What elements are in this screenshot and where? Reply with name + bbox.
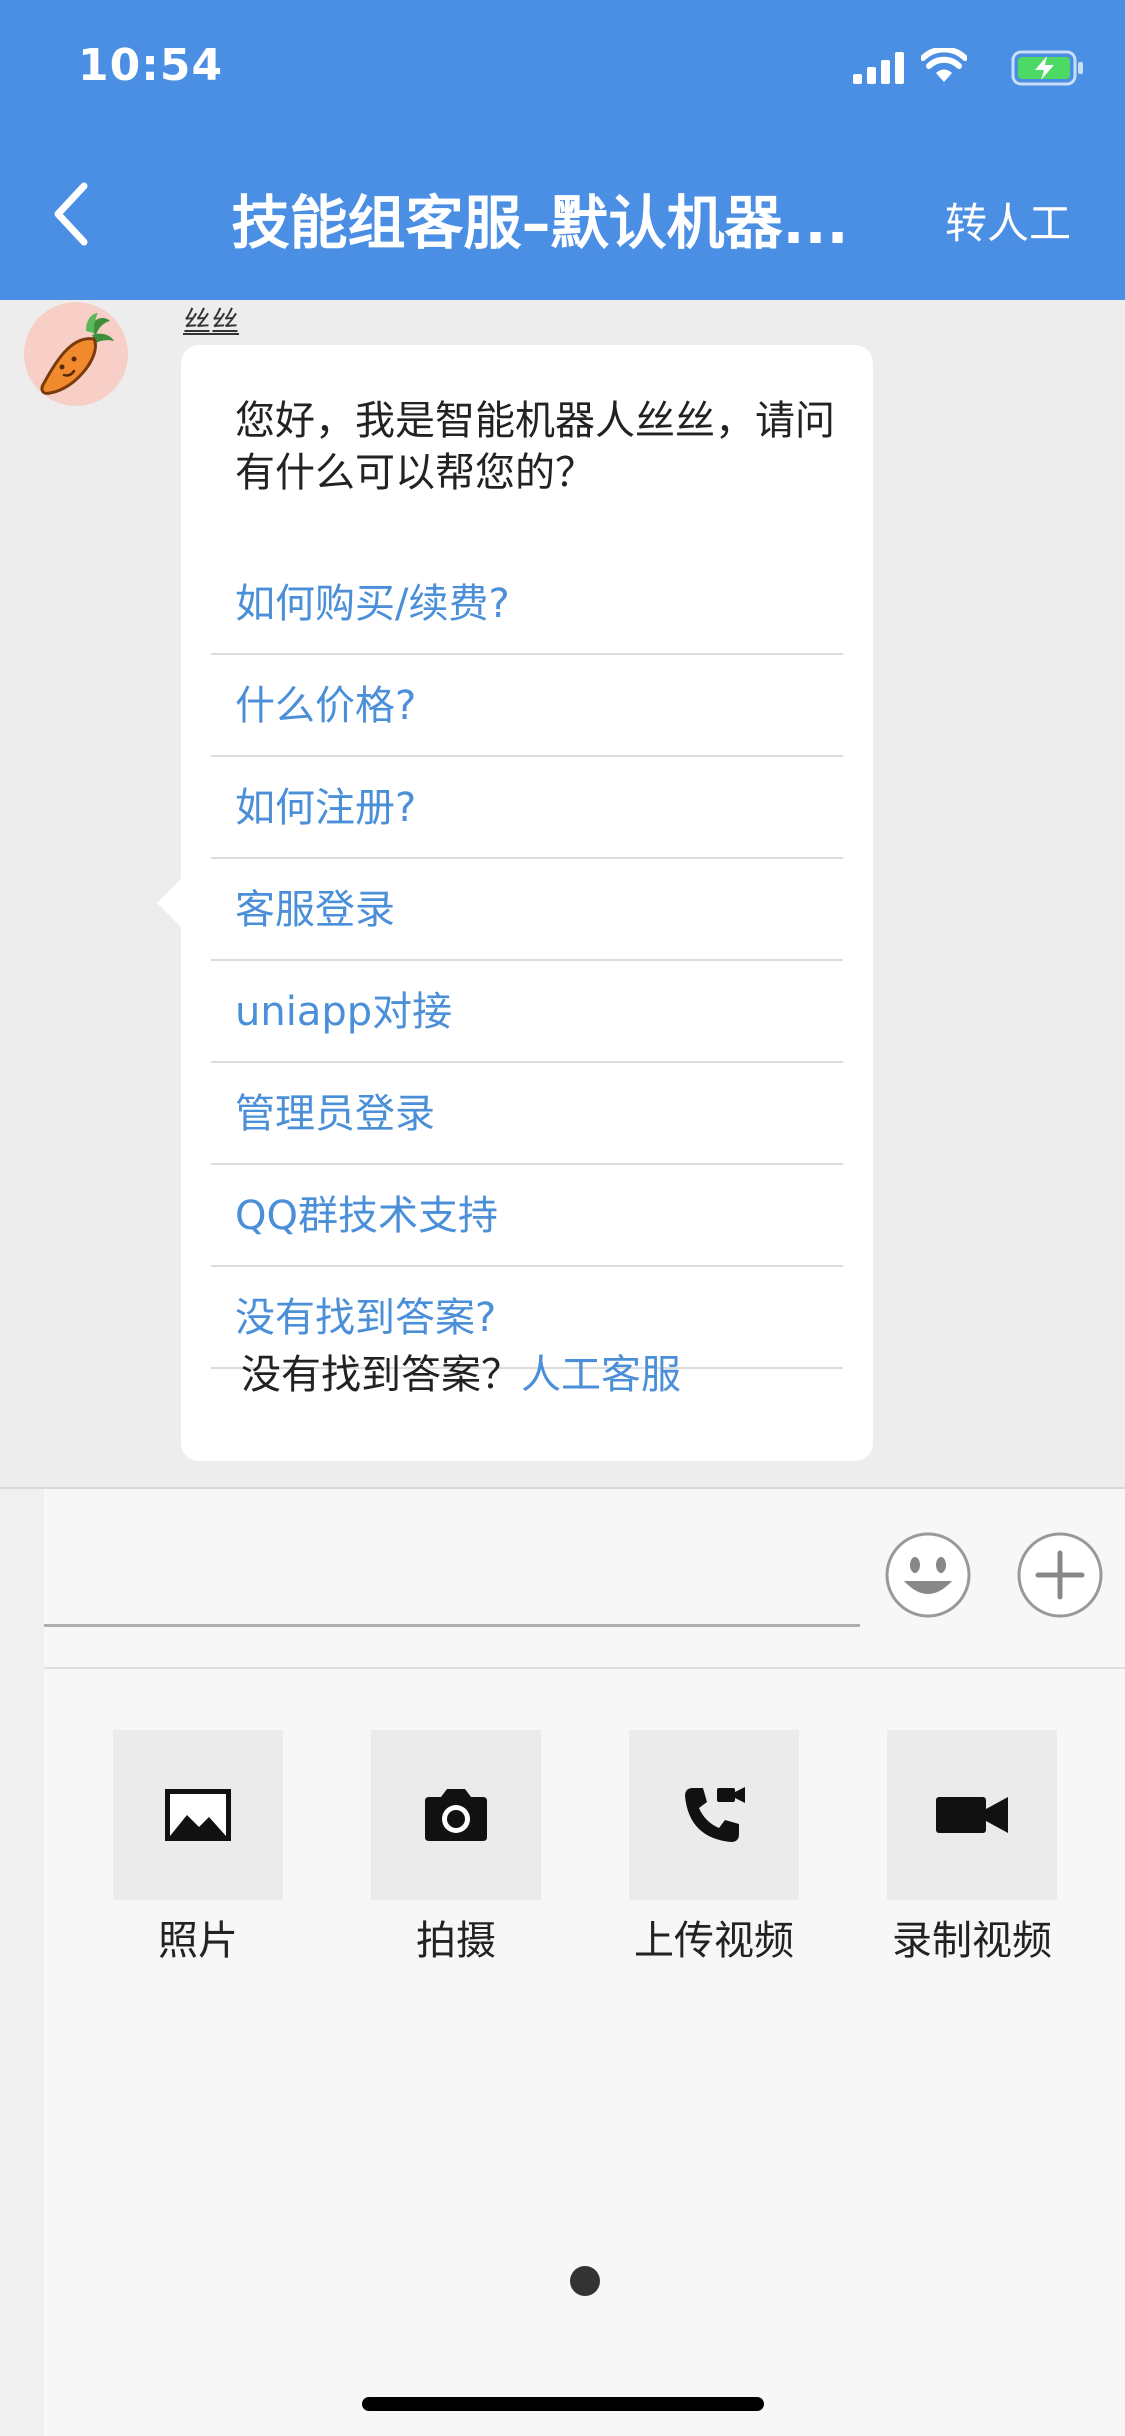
emoji-button[interactable] — [884, 1531, 972, 1619]
signal-icon — [853, 52, 904, 84]
tool-upload-video[interactable]: 上传视频 — [629, 1730, 799, 1966]
faq-link-buy-renew[interactable]: 如何购买/续费? — [211, 553, 843, 655]
page-title: 技能组客服–默认机器... — [231, 189, 849, 257]
back-button[interactable] — [40, 178, 100, 250]
header: 10:54 技能组客服–默认机器... 转人工 — [0, 0, 1125, 300]
tool-record-video[interactable]: 录制视频 — [887, 1730, 1057, 1966]
tool-capture[interactable]: 拍摄 — [371, 1730, 541, 1966]
tool-upload-video-label: 上传视频 — [634, 1918, 794, 1964]
faq-link-admin-login[interactable]: 管理员登录 — [211, 1063, 843, 1165]
image-icon — [165, 1789, 231, 1841]
faq-link-price[interactable]: 什么价格? — [211, 655, 843, 757]
emoji-icon — [885, 1532, 971, 1618]
chevron-left-icon — [54, 182, 88, 246]
sender-name: 丝丝 — [183, 305, 240, 338]
faq-link-qq-support[interactable]: QQ群技术支持 — [211, 1165, 843, 1267]
avatar — [24, 302, 128, 406]
divider — [0, 1487, 1125, 1489]
chat-area: 丝丝 您好，我是智能机器人丝丝，请问有什么可以帮您的？ 如何购买/续费? 什么价… — [0, 300, 1125, 1487]
tool-capture-label: 拍摄 — [416, 1918, 496, 1964]
transfer-to-human-button[interactable]: 转人工 — [945, 190, 1071, 251]
footer-text: 没有找到答案？ — [241, 1352, 521, 1398]
battery-icon — [1011, 50, 1083, 86]
page-indicator-dot — [570, 2266, 600, 2296]
tool-photo[interactable]: 照片 — [113, 1730, 283, 1966]
divider — [44, 1667, 1125, 1669]
tool-record-video-label: 录制视频 — [892, 1918, 1052, 1964]
camera-icon — [425, 1789, 487, 1841]
plus-icon — [1017, 1532, 1103, 1618]
wifi-icon — [921, 48, 967, 82]
footer-line: 没有找到答案？人工客服 — [241, 1345, 681, 1405]
carrot-icon — [40, 313, 114, 395]
faq-link-agent-login[interactable]: 客服登录 — [211, 859, 843, 961]
input-area: 照片 拍摄 上传视频 录制视频 — [0, 1487, 1125, 2436]
plus-button[interactable] — [1016, 1531, 1104, 1619]
message-input[interactable] — [44, 1547, 860, 1627]
video-call-icon — [685, 1787, 745, 1842]
home-indicator — [362, 2397, 764, 2411]
tool-upload-video-box[interactable] — [629, 1730, 799, 1900]
tool-capture-box[interactable] — [371, 1730, 541, 1900]
faq-link-uniapp[interactable]: uniapp对接 — [211, 961, 843, 1063]
tool-record-video-box[interactable] — [887, 1730, 1057, 1900]
tool-photo-box[interactable] — [113, 1730, 283, 1900]
greeting-text: 您好，我是智能机器人丝丝，请问有什么可以帮您的？ — [235, 398, 835, 496]
status-time: 10:54 — [78, 40, 224, 91]
status-icons — [785, 48, 1085, 88]
tool-photo-label: 照片 — [158, 1918, 238, 1964]
human-service-link[interactable]: 人工客服 — [521, 1352, 681, 1398]
faq-link-register[interactable]: 如何注册? — [211, 757, 843, 859]
message-bubble: 您好，我是智能机器人丝丝，请问有什么可以帮您的？ 如何购买/续费? 什么价格? … — [157, 345, 873, 1461]
videocam-icon — [936, 1797, 1008, 1833]
